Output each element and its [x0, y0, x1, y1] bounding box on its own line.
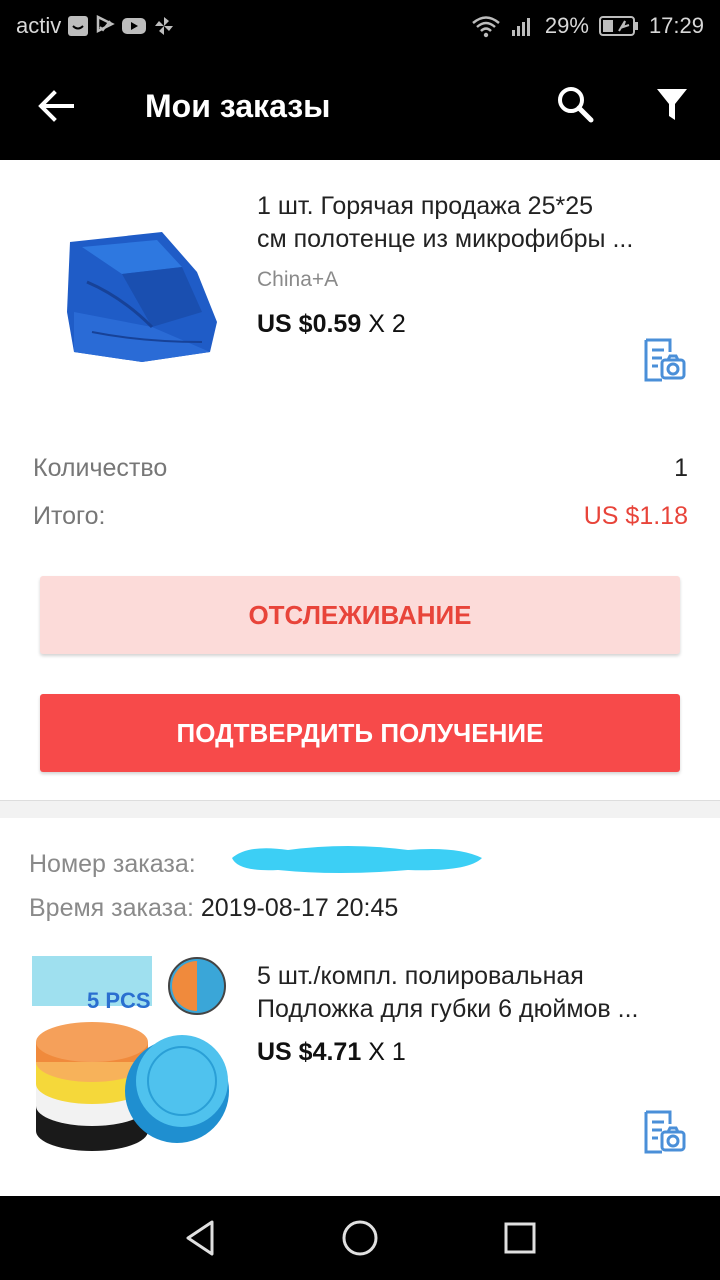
product-title-line1: 5 шт./компл. полировальная	[257, 962, 584, 990]
order-time-label: Время заказа:	[29, 894, 194, 922]
battery-icon	[598, 16, 638, 36]
photo-document-icon[interactable]	[640, 1108, 688, 1156]
quantity-value: 1	[674, 454, 688, 482]
app-bar: Мои заказы	[0, 52, 720, 160]
product-price: US $0.59 X 2	[257, 310, 406, 339]
page-title: Мои заказы	[145, 88, 331, 124]
back-arrow-icon[interactable]	[36, 86, 76, 126]
product-store: China+A	[257, 268, 339, 291]
product-image-sponges[interactable]: 5 PCS	[32, 956, 232, 1156]
nav-back-icon[interactable]	[180, 1216, 224, 1260]
total-row: Итого: US $1.18	[33, 502, 688, 531]
order-product[interactable]: 5 PCS 5 шт./компл. полировальная Подложк…	[0, 948, 720, 1158]
filter-icon[interactable]	[655, 86, 689, 124]
price-value: US $0.59	[257, 310, 362, 338]
order-product[interactable]: 1 шт. Горячая продажа 25*25 см полотенце…	[0, 160, 720, 402]
check-flag-notification-icon	[97, 15, 116, 34]
order-time-row: Время заказа: 2019-08-17 20:45	[29, 894, 398, 923]
quantity-label: Количество	[33, 454, 168, 482]
status-bar: activ 29% 17:29	[0, 0, 720, 52]
nav-recents-icon[interactable]	[498, 1216, 542, 1260]
total-value: US $1.18	[583, 502, 688, 530]
redacted-order-number	[232, 846, 482, 873]
total-label: Итого:	[33, 502, 106, 530]
system-nav-bar	[0, 1196, 720, 1280]
signal-icon	[511, 18, 530, 36]
order-card: Номер заказа: Время заказа: 2019-08-17 2…	[0, 818, 720, 1196]
nav-home-icon[interactable]	[338, 1216, 382, 1260]
order-number-row: Номер заказа:	[29, 850, 196, 879]
wifi-icon	[472, 16, 500, 38]
product-title-line2: см полотенце из микрофибры ...	[257, 225, 634, 253]
product-image-towel[interactable]	[32, 202, 232, 402]
battery-percent: 29%	[544, 13, 589, 38]
carrier-label: activ	[16, 13, 62, 38]
product-title-line2: Подложка для губки 6 дюймов ...	[257, 995, 639, 1023]
youtube-notification-icon	[122, 18, 147, 34]
confirm-receipt-button[interactable]: ПОДТВЕРДИТЬ ПОЛУЧЕНИЕ	[40, 694, 680, 772]
pinwheel-notification-icon	[155, 17, 174, 35]
smile-notification-icon	[68, 16, 89, 36]
card-divider	[0, 800, 720, 818]
quantity-row: Количество 1	[33, 454, 688, 483]
track-button[interactable]: ОТСЛЕЖИВАНИЕ	[40, 576, 680, 654]
order-time-value: 2019-08-17 20:45	[200, 894, 399, 922]
order-number-label: Номер заказа:	[29, 850, 196, 878]
product-title-line1: 1 шт. Горячая продажа 25*25	[257, 192, 594, 220]
product-title[interactable]: 5 шт./компл. полировальная Подложка для …	[257, 960, 697, 1026]
product-price: US $4.71 X 1	[257, 1038, 406, 1067]
search-icon[interactable]	[555, 84, 595, 124]
price-qty: X 1	[368, 1038, 406, 1066]
photo-document-icon[interactable]	[640, 336, 688, 384]
product-title[interactable]: 1 шт. Горячая продажа 25*25 см полотенце…	[257, 190, 697, 256]
clock: 17:29	[648, 13, 704, 38]
image-text-5pcs: 5 PCS	[87, 988, 151, 1013]
price-qty: X 2	[368, 310, 406, 338]
price-value: US $4.71	[257, 1038, 362, 1066]
